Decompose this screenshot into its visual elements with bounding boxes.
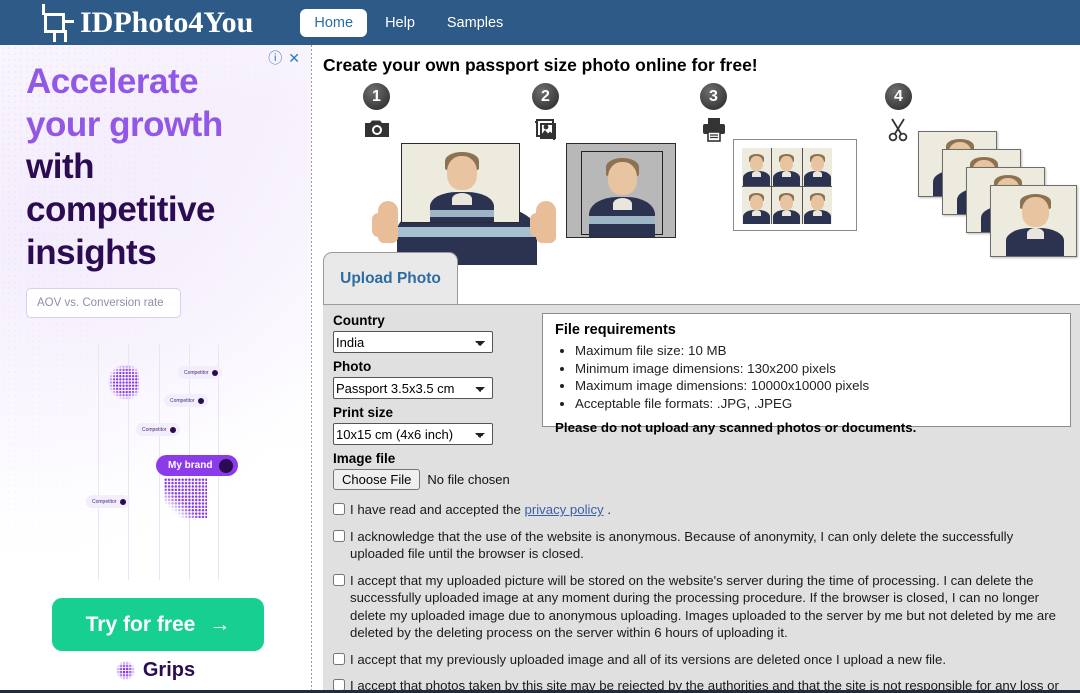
ad-search-pill[interactable]: AOV vs. Conversion rate: [26, 288, 181, 318]
brand[interactable]: IDPhoto4You: [36, 3, 254, 42]
camera-icon: [365, 120, 389, 137]
consent-checkbox-storage[interactable]: [333, 573, 345, 586]
ad-chip-competitor-4: Competitor: [86, 495, 131, 508]
step-1-photo: [401, 143, 520, 223]
ad-try-for-free-button[interactable]: Try for free →: [52, 598, 264, 651]
consent-label-replace: I accept that my previously uploaded ima…: [350, 651, 946, 667]
file-requirements-note: Please do not upload any scanned photos …: [555, 419, 917, 435]
ad-headline-line-2: your growth: [26, 104, 223, 144]
no-file-chosen-text: No file chosen: [427, 472, 510, 487]
consent-row-anonymous: I acknowledge that the use of the websit…: [333, 528, 1066, 563]
consent-checkbox-privacy-policy[interactable]: [333, 503, 345, 515]
step-2-photo: [566, 143, 676, 238]
ad-scatter-graphic: Competitor Competitor Competitor My bran…: [26, 345, 296, 580]
tab-upload-photo[interactable]: Upload Photo: [323, 252, 458, 305]
file-requirements-box: File requirements Maximum file size: 10 …: [542, 313, 1071, 435]
upload-form-panel: Country India Photo Passport 3.5x3.5 cm …: [323, 304, 1080, 693]
consent-row-privacy-policy: I have read and accepted the privacy pol…: [333, 501, 1066, 519]
scissors-icon: [888, 118, 908, 142]
consent-checkbox-group: I have read and accepted the privacy pol…: [333, 501, 1066, 693]
steps-illustration: 1 2 3 4: [320, 83, 1080, 265]
privacy-policy-link[interactable]: privacy policy: [525, 502, 604, 517]
image-file-label: Image file: [333, 451, 396, 466]
ad-info-icon[interactable]: ⓘ: [268, 51, 282, 65]
ad-headline-line-5: insights: [26, 232, 157, 272]
ad-headline: Accelerate your growth with competitive …: [26, 61, 301, 274]
step-4-badge: 4: [885, 83, 912, 110]
step-1-badge: 1: [363, 83, 390, 110]
ad-chip-competitor-2: Competitor: [164, 394, 209, 407]
brand-name: IDPhoto4You: [80, 5, 254, 39]
ad-halftone-square: [164, 478, 207, 518]
printer-icon: [703, 118, 725, 142]
file-input-row: Choose File No file chosen: [333, 469, 513, 490]
ad-controls: ⓘ ✕: [268, 51, 300, 65]
step-4: 4: [885, 83, 913, 148]
ad-chip-my-brand: My brand: [156, 455, 239, 476]
site-header: IDPhoto4You Home Help Samples: [0, 0, 1080, 45]
consent-checkbox-replace[interactable]: [333, 652, 345, 665]
requirement-item: Maximum image dimensions: 10000x10000 pi…: [575, 377, 1058, 395]
consent-checkbox-anonymous[interactable]: [333, 529, 345, 542]
photo-type-select[interactable]: Passport 3.5x3.5 cm: [333, 377, 493, 399]
ad-headline-line-1: Accelerate: [26, 62, 199, 101]
crop-marks-icon: [36, 3, 74, 42]
main-nav: Home Help Samples: [300, 8, 517, 37]
step-1: 1: [363, 83, 391, 148]
page-title: Create your own passport size photo onli…: [323, 55, 758, 75]
requirement-item: Acceptable file formats: .JPG, .JPEG: [575, 395, 1058, 413]
ad-chip-competitor-3: Competitor: [136, 423, 181, 436]
step-3: 3: [700, 83, 728, 148]
app-root: IDPhoto4You Home Help Samples ⓘ ✕ Accele…: [0, 0, 1080, 693]
consent-text-post: .: [603, 502, 611, 517]
consent-label-privacy-policy: I have read and accepted the privacy pol…: [350, 501, 611, 519]
file-requirements-list: Maximum file size: 10 MB Minimum image d…: [557, 342, 1058, 413]
country-label: Country: [333, 313, 385, 328]
print-size-select[interactable]: 10x15 cm (4x6 inch): [333, 423, 493, 445]
ad-halftone-circle: [106, 365, 139, 399]
crop-photo-icon: [535, 119, 556, 140]
step-2: 2: [532, 83, 560, 148]
file-requirements-title: File requirements: [555, 322, 676, 338]
consent-text: I have read and accepted the: [350, 502, 525, 517]
choose-file-button[interactable]: Choose File: [333, 469, 421, 490]
advertisement-panel[interactable]: ⓘ ✕ Accelerate your growth with competit…: [0, 45, 311, 693]
consent-row-storage: I accept that my uploaded picture will b…: [333, 572, 1066, 642]
form-fields: Country India Photo Passport 3.5x3.5 cm …: [333, 313, 513, 490]
main-content: Create your own passport size photo onli…: [312, 45, 1080, 693]
arrow-right-icon: →: [209, 612, 231, 636]
step-2-badge: 2: [532, 83, 559, 110]
consent-label-anonymous: I acknowledge that the use of the websit…: [350, 528, 1014, 562]
consent-label-storage: I accept that my uploaded picture will b…: [350, 572, 1056, 641]
consent-row-replace: I accept that my previously uploaded ima…: [333, 651, 1066, 669]
step-3-photo-sheet: [733, 139, 857, 231]
photo-label: Photo: [333, 359, 372, 374]
ad-brand-name: Grips: [142, 659, 196, 681]
ad-headline-line-3: with: [26, 147, 94, 187]
nav-item-samples[interactable]: Samples: [433, 9, 517, 37]
photo-grid: [742, 148, 832, 224]
ad-close-icon[interactable]: ✕: [288, 51, 300, 65]
ad-brand-row: Grips: [0, 659, 311, 682]
nav-item-home[interactable]: Home: [300, 8, 368, 37]
country-select[interactable]: India: [333, 331, 493, 353]
ad-cta-label: Try for free: [85, 612, 196, 636]
print-size-label: Print size: [333, 405, 394, 420]
ad-headline-line-4: competitive: [26, 190, 216, 230]
requirement-item: Maximum file size: 10 MB: [575, 342, 1058, 360]
step-3-badge: 3: [700, 83, 727, 110]
requirement-item: Minimum image dimensions: 130x200 pixels: [575, 360, 1058, 378]
ad-chip-competitor-1: Competitor: [178, 366, 223, 379]
grips-logo-icon: [115, 661, 135, 680]
nav-item-help[interactable]: Help: [371, 9, 429, 37]
